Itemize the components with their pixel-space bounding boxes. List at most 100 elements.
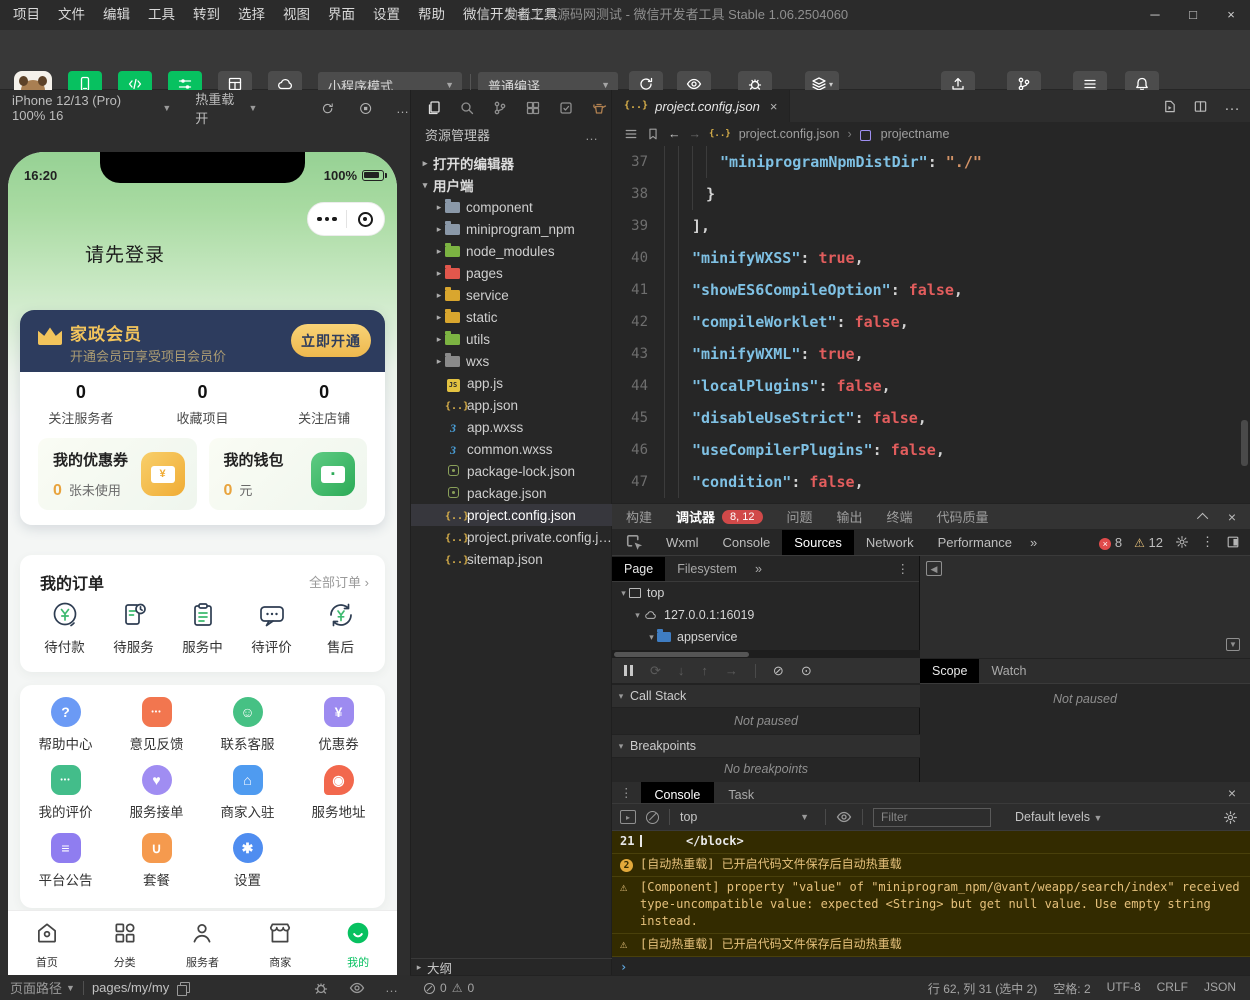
devtools-tab-Network[interactable]: Network — [854, 530, 926, 555]
execution-context-dropdown[interactable]: top ▼ — [680, 810, 815, 824]
extensions-icon[interactable] — [525, 100, 541, 116]
teapot-plugin-icon[interactable] — [591, 100, 607, 116]
nav-forward-icon[interactable]: → — [689, 127, 702, 141]
menu-item-文件[interactable]: 文件 — [49, 0, 94, 30]
tree-item-sitemap.json[interactable]: {..} sitemap.json — [411, 548, 613, 570]
order-item-服务中[interactable]: 服务中 — [168, 599, 237, 656]
clear-console-icon[interactable] — [646, 810, 659, 824]
tree-item-static[interactable]: ▸ static — [411, 306, 613, 328]
more-actions-icon[interactable]: … — [1224, 97, 1240, 115]
search-icon[interactable] — [459, 100, 475, 116]
indent-setting[interactable]: 空格: 2 — [1053, 980, 1090, 997]
breadcrumb-file[interactable]: project.config.json — [739, 127, 840, 141]
breakpoints-header[interactable]: ▾ Breakpoints — [612, 734, 920, 758]
sources-tree-appservice[interactable]: ▾ appservice — [612, 626, 919, 648]
devtools-settings-gear-icon[interactable] — [1175, 535, 1189, 549]
login-prompt[interactable]: 请先登录 — [85, 240, 165, 267]
step-into-icon[interactable]: ↓ — [678, 663, 685, 678]
deactivate-breakpoints-icon[interactable]: ⊘ — [773, 663, 784, 679]
menu-item-帮助[interactable]: 帮助 — [409, 0, 454, 30]
tree-item-miniprogram_npm[interactable]: ▸ miniprogram_npm — [411, 218, 613, 240]
drawer-tab-代码质量[interactable]: 代码质量 — [937, 507, 989, 526]
language-mode[interactable]: JSON — [1204, 980, 1236, 997]
minimize-icon[interactable]: ─ — [1136, 0, 1174, 30]
grid-item-帮助中心[interactable]: ? 帮助中心 — [20, 697, 111, 763]
all-orders-link[interactable]: 全部订单 › — [309, 572, 369, 591]
devtools-tab-Sources[interactable]: Sources — [782, 529, 854, 555]
drawer-tab-调试器[interactable]: 调试器 8, 12 — [676, 507, 763, 526]
stat-收藏项目[interactable]: 0 收藏项目 — [142, 382, 264, 427]
wallet-card-我的优惠券[interactable]: 我的优惠券 0 张未使用 ¥ — [38, 438, 197, 510]
tree-item-project.config.json[interactable]: {..} project.config.json — [411, 504, 613, 526]
close-console-icon[interactable]: × — [1228, 785, 1250, 801]
outline-section[interactable]: ▸ 大纲 — [411, 958, 613, 976]
more-icon[interactable]: … — [385, 980, 398, 995]
menu-item-编辑[interactable]: 编辑 — [94, 0, 139, 30]
tree-item-node_modules[interactable]: ▸ node_modules — [411, 240, 613, 262]
scope-tab-Scope[interactable]: Scope — [920, 659, 980, 683]
more-tabs-icon[interactable]: » — [755, 562, 762, 576]
menu-item-设置[interactable]: 设置 — [364, 0, 409, 30]
tree-item-utils[interactable]: ▸ utils — [411, 328, 613, 350]
record-icon[interactable] — [359, 101, 372, 116]
dock-side-icon[interactable] — [1226, 535, 1240, 549]
kebab-menu-icon[interactable]: ⋮ — [897, 561, 920, 576]
grid-item-平台公告[interactable]: ≡ 平台公告 — [20, 833, 111, 899]
stat-关注店铺[interactable]: 0 关注店铺 — [263, 382, 385, 427]
close-drawer-icon[interactable]: × — [1228, 509, 1236, 525]
step-over-icon[interactable]: ⟳ — [650, 663, 661, 679]
eol-setting[interactable]: CRLF — [1157, 980, 1188, 997]
step-icon[interactable]: → — [725, 663, 738, 678]
pause-on-exceptions-icon[interactable]: ⊙ — [801, 663, 812, 679]
sources-tab-Page[interactable]: Page — [612, 556, 666, 581]
bug-icon[interactable] — [313, 980, 329, 996]
editor-tab-project-config[interactable]: {..} project.config.json × — [612, 90, 791, 122]
console-prompt[interactable]: › — [612, 957, 1250, 975]
console-filter-input[interactable] — [873, 807, 991, 827]
console-settings-gear-icon[interactable] — [1223, 810, 1238, 825]
show-sidebar-icon[interactable]: ▸ — [620, 810, 636, 824]
sources-tree-top[interactable]: ▾ top — [612, 582, 919, 604]
console-tab-Task[interactable]: Task — [714, 782, 768, 803]
grid-item-我的评价[interactable]: ••• 我的评价 — [20, 765, 111, 831]
tab-我的[interactable]: 我的 — [319, 911, 397, 975]
tab-分类[interactable]: 分类 — [86, 911, 164, 975]
close-icon[interactable]: × — [1212, 0, 1250, 30]
wallet-card-我的钱包[interactable]: 我的钱包 0 元 ▪ — [208, 438, 367, 510]
encoding[interactable]: UTF-8 — [1107, 980, 1141, 997]
nav-back-icon[interactable]: ← — [668, 127, 681, 141]
tree-item-app.wxss[interactable]: 3 app.wxss — [411, 416, 613, 438]
order-item-待付款[interactable]: 待付款 — [30, 599, 99, 656]
snippets-icon[interactable] — [558, 100, 574, 116]
sources-tree-127.0.0.1:16019[interactable]: ▾ 127.0.0.1:16019 — [612, 604, 919, 626]
tree-item-component[interactable]: ▸ component — [411, 196, 613, 218]
order-item-待评价[interactable]: 待评价 — [237, 599, 306, 656]
drawer-tab-问题[interactable]: 问题 — [787, 507, 813, 526]
cursor-position[interactable]: 行 62, 列 31 (选中 2) — [928, 980, 1037, 997]
grid-item-联系客服[interactable]: ☺ 联系客服 — [202, 697, 293, 763]
tree-item-package.json[interactable]: package.json — [411, 482, 613, 504]
hot-reload-toggle[interactable]: 热重载 开 — [195, 89, 244, 127]
order-item-售后[interactable]: 售后 — [306, 599, 375, 656]
kebab-menu-icon[interactable]: ⋮ — [1201, 534, 1214, 550]
tab-商家[interactable]: 商家 — [241, 911, 319, 975]
scope-tab-Watch[interactable]: Watch — [979, 659, 1038, 683]
console-messages[interactable]: 21 </block> 2 [自动热重载] 已开启代码文件保存后自动热重载 ⚠ [Comp… — [612, 831, 1250, 975]
eye-icon[interactable] — [349, 980, 365, 996]
menu-item-项目[interactable]: 项目 — [4, 0, 49, 30]
grid-item-套餐[interactable]: ∪ 套餐 — [111, 833, 202, 899]
pause-icon[interactable] — [624, 665, 633, 676]
tree-section-open-editors[interactable]: ▸ 打开的编辑器 — [411, 152, 613, 174]
drawer-tab-构建[interactable]: 构建 — [626, 507, 652, 526]
expand-bottom-icon[interactable]: ▼ — [1226, 638, 1240, 651]
devtools-tab-Console[interactable]: Console — [711, 530, 783, 555]
more-tabs-icon[interactable]: » — [1024, 535, 1043, 550]
stat-关注服务者[interactable]: 0 关注服务者 — [20, 382, 142, 427]
more-icon[interactable]: … — [396, 101, 410, 116]
log-levels-dropdown[interactable]: Default levels ▼ — [1015, 810, 1102, 824]
copy-path-icon[interactable] — [177, 981, 191, 996]
tree-item-package-lock.json[interactable]: package-lock.json — [411, 460, 613, 482]
devtools-tab-Wxml[interactable]: Wxml — [654, 530, 711, 555]
menu-item-选择[interactable]: 选择 — [229, 0, 274, 30]
menu-item-工具[interactable]: 工具 — [139, 0, 184, 30]
